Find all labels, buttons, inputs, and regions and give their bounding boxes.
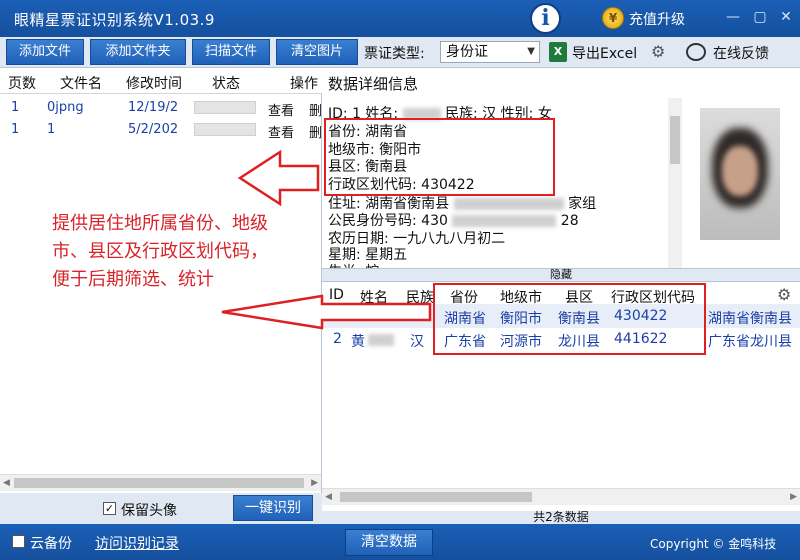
id-cell: 2: [333, 331, 342, 347]
left-bottom-bar: ✓ 保留头像 一键识别: [0, 493, 322, 524]
modified-cell: 5/2/202: [128, 122, 179, 137]
add-folder-button[interactable]: 添加文件夹: [90, 39, 186, 65]
file-list-scrollbar[interactable]: ◀ ▶: [0, 474, 321, 491]
page-cell: 1: [11, 100, 20, 115]
status-progress: [194, 123, 256, 136]
app-title: 眼精星票证识别系统V1.03.9: [14, 11, 215, 29]
ethnicity-cell: 汉: [410, 334, 424, 350]
toolbar: 添加文件 添加文件夹 扫描文件 清空图片 票证类型: 身份证 ▼ X 导出Exc…: [0, 37, 800, 68]
id-photo: [700, 108, 780, 240]
excel-icon[interactable]: X: [549, 42, 567, 62]
delete-link[interactable]: 删: [309, 100, 322, 119]
hide-toggle-bar[interactable]: 隐藏: [322, 268, 800, 282]
redacted-name: [368, 334, 394, 346]
page-cell: 1: [11, 122, 20, 137]
record-count: 共2条数据: [322, 511, 800, 524]
doc-type-select[interactable]: 身份证 ▼: [440, 41, 540, 63]
maximize-icon[interactable]: ▢: [749, 6, 771, 28]
title-bar: 眼精星票证识别系统V1.03.9 i ¥ 充值升级 — ▢ ✕: [0, 0, 800, 37]
copyright-text: Copyright © 金鸣科技: [650, 537, 777, 551]
detail-id-number-prefix: 公民身份号码: 430: [328, 213, 448, 229]
chevron-down-icon: ▼: [527, 46, 535, 57]
doc-type-label: 票证类型:: [364, 46, 425, 62]
gear-icon[interactable]: ⚙: [651, 42, 665, 61]
add-file-button[interactable]: 添加文件: [6, 39, 84, 65]
filename-cell: 1: [47, 122, 56, 137]
redacted-address: [453, 198, 564, 210]
recharge-button[interactable]: 充值升级: [629, 9, 685, 29]
view-link[interactable]: 查看: [268, 122, 294, 141]
clear-data-button[interactable]: 清空数据: [345, 529, 433, 556]
column-header[interactable]: 修改时间: [126, 73, 182, 93]
clear-images-button[interactable]: 清空图片: [276, 39, 358, 65]
name-cell: 黄: [351, 334, 365, 350]
address-cell: 湖南省衡南县: [708, 311, 792, 327]
photo-face: [722, 146, 758, 196]
detail-scrollbar[interactable]: [668, 98, 682, 268]
column-header[interactable]: 文件名: [60, 73, 102, 93]
detail-title: 数据详细信息: [328, 75, 419, 93]
status-progress: [194, 101, 256, 114]
highlight-box-detail: [324, 118, 555, 196]
keep-avatar-label: 保留头像: [121, 503, 177, 519]
view-link[interactable]: 查看: [268, 100, 294, 119]
redacted-id-number: [452, 215, 557, 227]
column-header[interactable]: ID: [329, 287, 344, 303]
detail-zodiac: 生肖: 蛇: [328, 261, 379, 268]
column-header[interactable]: 状态: [212, 73, 240, 93]
detail-id-number-line: 公民身份号码: 430 28: [328, 210, 579, 230]
scan-file-button[interactable]: 扫描文件: [192, 39, 270, 65]
address-cell: 广东省龙川县: [708, 334, 792, 350]
close-icon[interactable]: ✕: [775, 6, 797, 28]
keep-avatar-checkbox[interactable]: ✓: [103, 502, 116, 515]
scroll-right-icon[interactable]: ▶: [311, 475, 318, 492]
footer-bar: ✓ 云备份 访问识别记录 清空数据 Copyright © 金鸣科技: [0, 524, 800, 560]
coin-icon[interactable]: ¥: [602, 7, 624, 29]
minimize-icon[interactable]: —: [722, 6, 744, 28]
one-click-recognize-button[interactable]: 一键识别: [233, 495, 313, 521]
column-settings-gear-icon[interactable]: ⚙: [777, 285, 791, 304]
chat-icon[interactable]: [686, 43, 706, 61]
scrollbar-thumb[interactable]: [340, 492, 532, 502]
highlight-box-table: [433, 283, 706, 355]
online-feedback-button[interactable]: 在线反馈: [713, 43, 769, 63]
file-list-header: 页数 文件名 修改时间 状态 操作: [0, 68, 322, 94]
annotation-text: 提供居住地所属省份、地级市、县区及行政区划代码，便于后期筛选、统计: [52, 213, 268, 290]
delete-link[interactable]: 删: [309, 122, 322, 141]
info-icon[interactable]: i: [530, 3, 561, 34]
scrollbar-thumb[interactable]: [670, 116, 680, 164]
doc-type-value: 身份证: [446, 44, 488, 60]
cloud-backup-label: 云备份: [30, 536, 72, 552]
filename-cell: 0jpng: [47, 100, 84, 115]
column-header[interactable]: 操作: [290, 73, 318, 93]
visit-records-link[interactable]: 访问识别记录: [95, 533, 179, 553]
modified-cell: 12/19/2: [128, 100, 179, 115]
scrollbar-thumb[interactable]: [14, 478, 304, 488]
scroll-right-icon[interactable]: ▶: [790, 489, 797, 506]
result-table-scrollbar[interactable]: ◀ ▶: [322, 488, 800, 505]
cloud-backup-checkbox[interactable]: ✓: [12, 535, 25, 548]
export-excel-button[interactable]: 导出Excel: [572, 43, 637, 63]
scroll-left-icon[interactable]: ◀: [325, 489, 332, 506]
scroll-left-icon[interactable]: ◀: [3, 475, 10, 492]
column-header[interactable]: 页数: [8, 73, 36, 93]
detail-id-number-suffix: 28: [560, 213, 579, 229]
table-row[interactable]: 1 0jpng 12/19/2 查看 删: [0, 97, 322, 119]
table-row[interactable]: 1 1 5/2/202 查看 删: [0, 119, 322, 141]
